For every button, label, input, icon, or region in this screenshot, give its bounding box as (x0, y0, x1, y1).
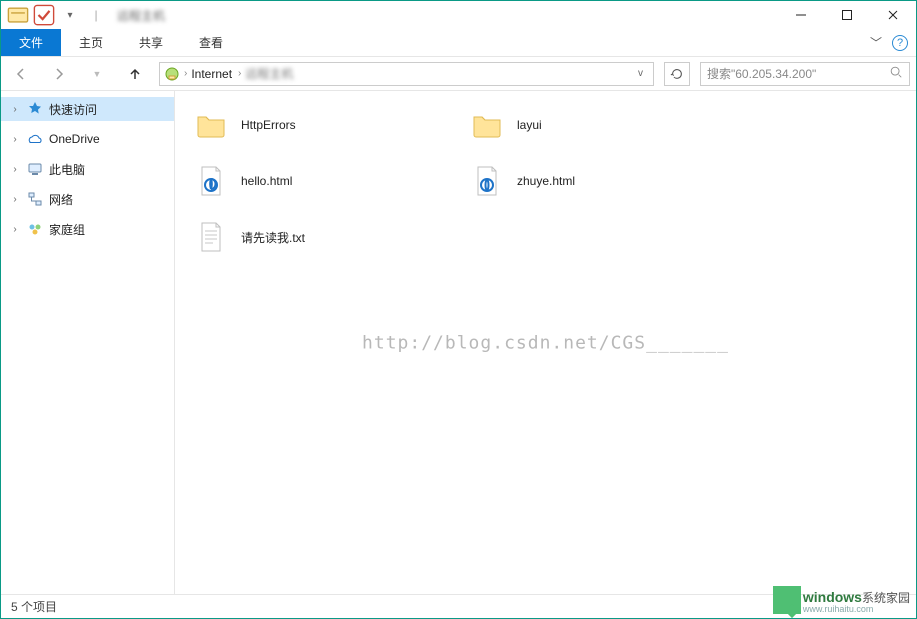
nav-recent-dropdown[interactable]: ▼ (83, 60, 111, 88)
sidebar-item-label: 快速访问 (49, 101, 97, 118)
file-item-folder[interactable]: HttpErrors (195, 105, 455, 145)
sidebar-item-label: 网络 (49, 191, 73, 208)
breadcrumb-current[interactable]: 远程主机 (245, 65, 293, 82)
file-name: 请先读我.txt (241, 229, 305, 246)
ribbon-expand-icon[interactable]: ﹀ (870, 34, 882, 51)
body: › 快速访问 › OneDrive › 此电脑 › 网络 › 家庭组 (1, 91, 916, 594)
file-item-folder[interactable]: layui (471, 105, 731, 145)
watermark-text: http://blog.csdn.net/CGS_______ (362, 332, 729, 353)
item-grid: HttpErrors layui hello.html zhuye.html 请… (195, 105, 896, 257)
tab-view[interactable]: 查看 (181, 29, 241, 56)
refresh-button[interactable] (664, 62, 690, 86)
sidebar-item-quick-access[interactable]: › 快速访问 (1, 97, 174, 121)
brand-logo-icon (773, 586, 801, 614)
ribbon-tabs: 文件 主页 共享 查看 ﹀ ? (1, 29, 916, 57)
expand-icon[interactable]: › (9, 104, 21, 115)
nav-row: ▼ › Internet› 远程主机 v (1, 57, 916, 91)
search-input[interactable] (707, 67, 889, 81)
sidebar-item-label: 此电脑 (49, 161, 85, 178)
tab-file[interactable]: 文件 (1, 29, 61, 56)
text-file-icon (195, 221, 227, 253)
address-dropdown-icon[interactable]: v (632, 68, 649, 79)
sidebar-item-label: OneDrive (49, 132, 100, 146)
window-controls (778, 1, 916, 29)
expand-icon[interactable]: › (9, 134, 21, 145)
file-name: hello.html (241, 174, 292, 188)
file-item-html[interactable]: hello.html (195, 161, 455, 201)
maximize-button[interactable] (824, 1, 870, 29)
breadcrumb-internet[interactable]: Internet› (191, 67, 241, 81)
sidebar-item-onedrive[interactable]: › OneDrive (1, 127, 174, 151)
expand-icon[interactable]: › (9, 224, 21, 235)
folder-icon (195, 109, 227, 141)
sidebar-item-homegroup[interactable]: › 家庭组 (1, 217, 174, 241)
item-count: 5 个项目 (11, 598, 57, 615)
nav-tree: › 快速访问 › OneDrive › 此电脑 › 网络 › 家庭组 (1, 91, 175, 594)
expand-icon[interactable]: › (9, 194, 21, 205)
homegroup-icon (27, 221, 43, 237)
breadcrumb-sep[interactable]: › (184, 68, 187, 79)
brand-watermark: windows系统家园 www.ruihaitu.com (773, 586, 910, 614)
app-icon[interactable] (7, 4, 29, 26)
file-name: HttpErrors (241, 118, 296, 132)
onedrive-icon (27, 131, 43, 147)
window-title: 远程主机 (117, 7, 165, 24)
file-name: layui (517, 118, 542, 132)
file-item-txt[interactable]: 请先读我.txt (195, 217, 455, 257)
nav-up-button[interactable] (121, 60, 149, 88)
sidebar-item-label: 家庭组 (49, 221, 85, 238)
sidebar-item-network[interactable]: › 网络 (1, 187, 174, 211)
pc-icon (27, 161, 43, 177)
qat-dropdown[interactable]: ▾ (59, 4, 81, 26)
content-pane[interactable]: HttpErrors layui hello.html zhuye.html 请… (175, 91, 916, 594)
search-icon[interactable] (889, 65, 903, 82)
properties-toggle[interactable] (33, 4, 55, 26)
minimize-button[interactable] (778, 1, 824, 29)
qat-separator: | (85, 4, 107, 26)
tab-home[interactable]: 主页 (61, 29, 121, 56)
location-icon (164, 66, 180, 82)
nav-forward-button[interactable] (45, 60, 73, 88)
html-file-icon (471, 165, 503, 197)
star-icon (27, 101, 43, 117)
expand-icon[interactable]: › (9, 164, 21, 175)
title-bar: ▾ | 远程主机 (1, 1, 916, 29)
network-icon (27, 191, 43, 207)
sidebar-item-this-pc[interactable]: › 此电脑 (1, 157, 174, 181)
nav-back-button[interactable] (7, 60, 35, 88)
search-box[interactable] (700, 62, 910, 86)
close-button[interactable] (870, 1, 916, 29)
html-file-icon (195, 165, 227, 197)
quick-access-toolbar: ▾ | (7, 4, 107, 26)
file-item-html[interactable]: zhuye.html (471, 161, 731, 201)
tab-share[interactable]: 共享 (121, 29, 181, 56)
address-bar[interactable]: › Internet› 远程主机 v (159, 62, 654, 86)
folder-icon (471, 109, 503, 141)
help-icon[interactable]: ? (892, 35, 908, 51)
file-name: zhuye.html (517, 174, 575, 188)
